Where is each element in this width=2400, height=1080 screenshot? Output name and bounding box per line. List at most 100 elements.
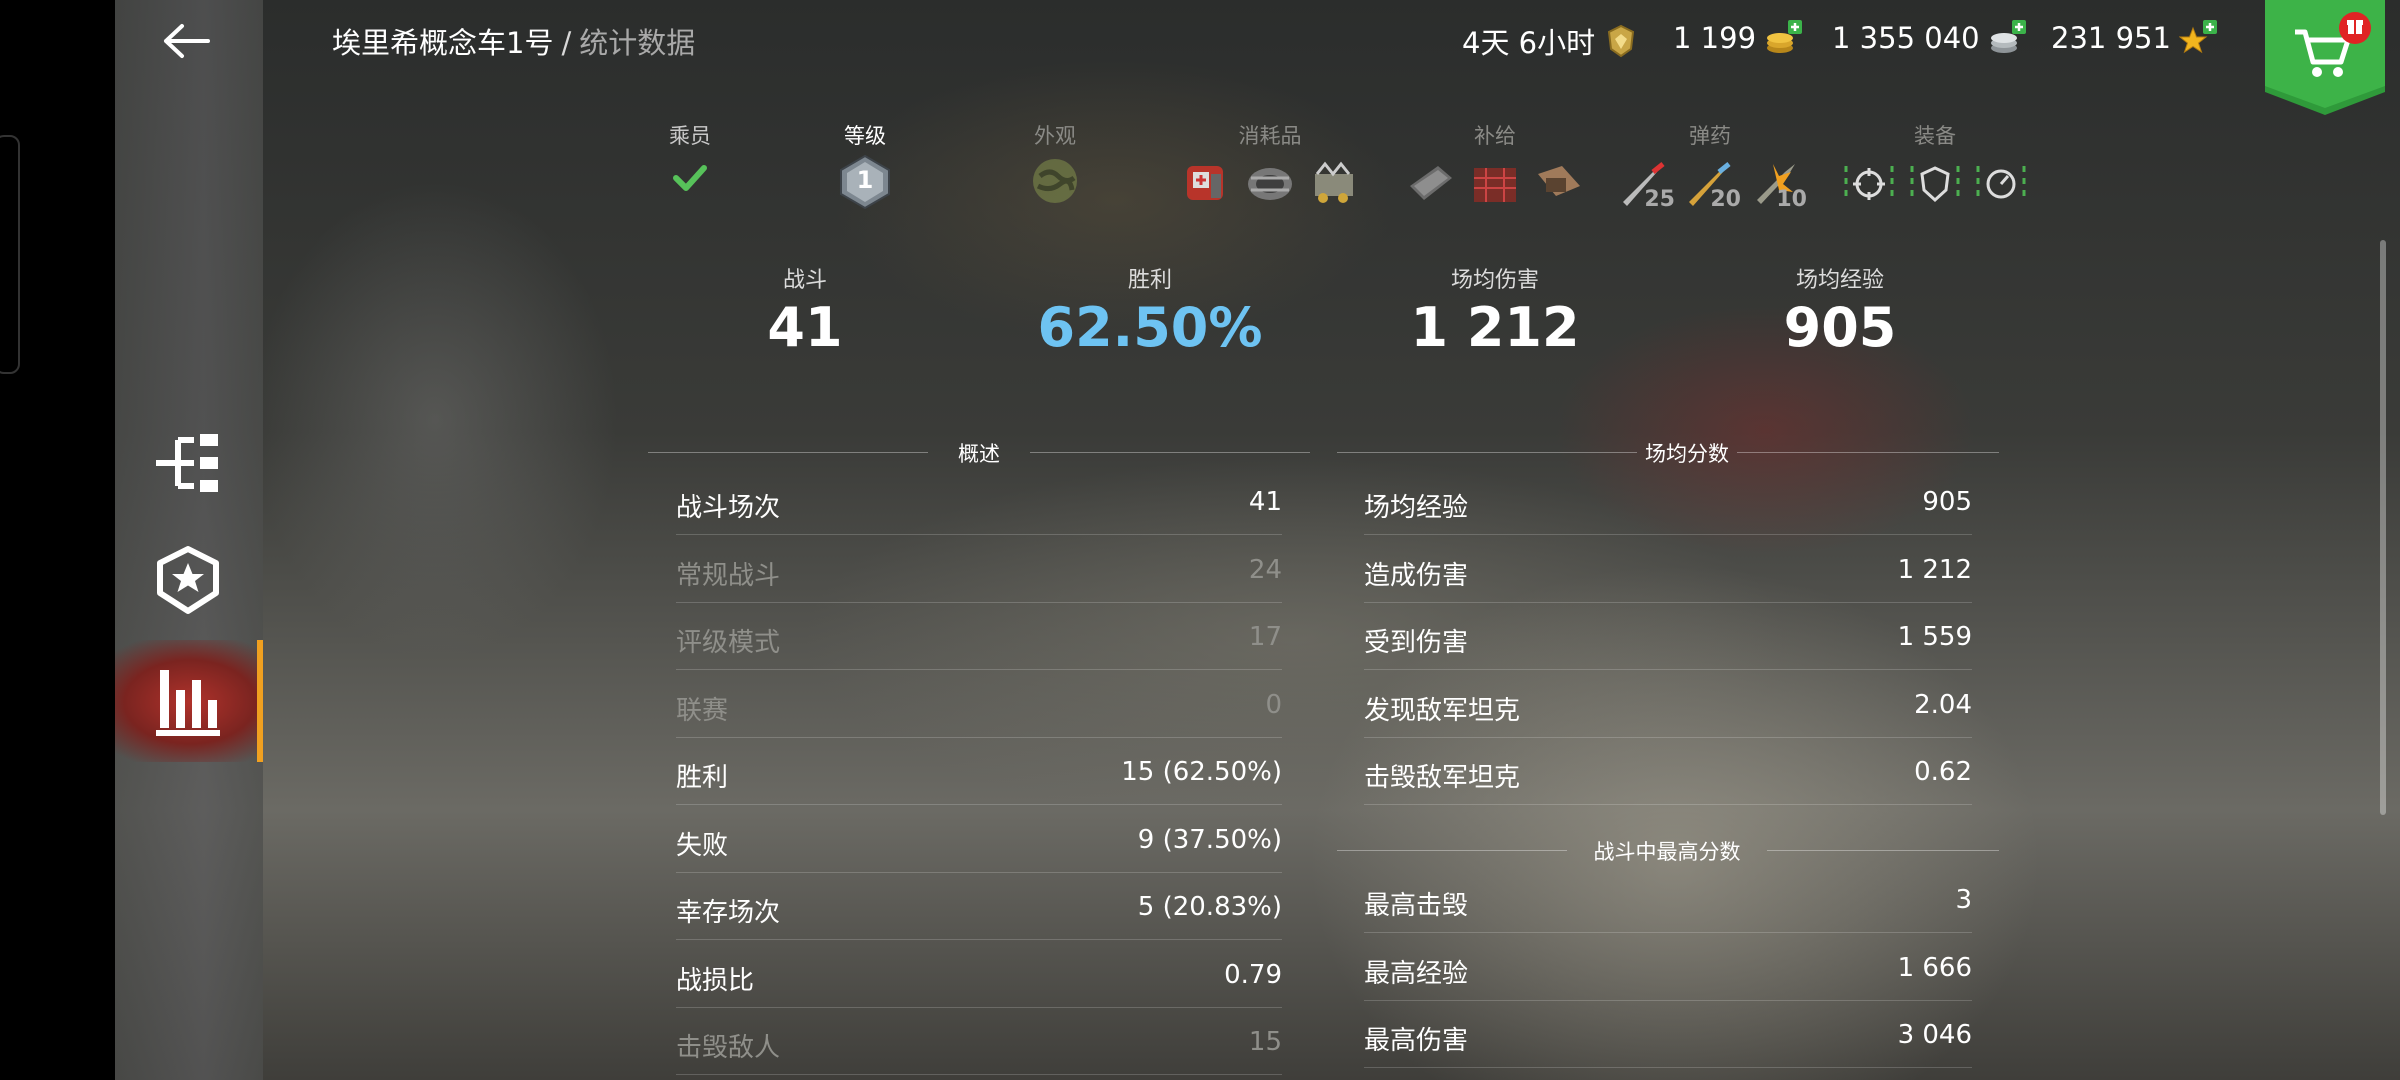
table-row: 击毁敌军坦克 0.62 — [1364, 737, 1972, 805]
consumables-label: 消耗品 — [1238, 124, 1302, 148]
row-value: 3 046 — [1897, 1020, 1972, 1050]
gold-balance[interactable]: 1 199 — [1673, 20, 1803, 56]
table-row: 幸存场次 5 (20.83%) — [676, 872, 1282, 940]
ammo-apcr: 20 — [1679, 156, 1741, 212]
tracks-icon — [1248, 168, 1292, 200]
breadcrumb-separator: / — [561, 26, 572, 60]
free-xp-value: 231 951 — [2051, 21, 2171, 55]
armor-plate-icon — [1410, 166, 1452, 200]
stat-avg-xp-value: 905 — [1783, 296, 1897, 359]
premium-time[interactable]: 4天 6小时 — [1462, 20, 1639, 62]
overview-divider-left — [648, 452, 928, 453]
supply-crate-icon — [1474, 168, 1516, 202]
stat-battles: 战斗 41 — [655, 262, 955, 359]
stat-battles-value: 41 — [767, 296, 843, 359]
ammo-slot[interactable]: 弹药 25 20 10 — [1610, 120, 1810, 212]
ammo-ap: 25 — [1613, 156, 1675, 212]
scrollbar[interactable] — [2380, 240, 2386, 815]
row-label: 击毁敌军坦克 — [1364, 763, 1521, 793]
row-label: 发现敌军坦克 — [1364, 695, 1521, 726]
back-button[interactable] — [160, 18, 218, 64]
appearance-slot[interactable]: 外观 — [1005, 120, 1105, 210]
stat-wins-label: 胜利 — [1127, 268, 1172, 293]
stat-avg-damage-value: 1 212 — [1410, 296, 1580, 359]
credits-icon — [1988, 20, 2026, 56]
gold-value: 1 199 — [1673, 21, 1757, 55]
free-xp-balance[interactable]: 231 951 — [2051, 20, 2217, 56]
row-label: 最高经验 — [1364, 958, 1469, 989]
table-row: 击毁敌人 15 — [676, 1007, 1282, 1075]
shop-button[interactable] — [2265, 0, 2385, 115]
sidebar-item-modules[interactable] — [140, 410, 260, 520]
row-label: 击毁敌人 — [676, 1033, 781, 1063]
equipment-slot[interactable]: 装备 — [1835, 120, 2035, 206]
bar-chart-icon — [156, 670, 220, 736]
level-slot[interactable]: 等级 1 — [815, 120, 915, 210]
row-label: 常规战斗 — [676, 560, 781, 591]
screen-edge — [0, 135, 20, 374]
row-label: 最高伤害 — [1364, 1026, 1469, 1056]
appearance-label: 外观 — [1034, 124, 1076, 148]
row-value: 15 — [1248, 1027, 1282, 1057]
row-label: 评级模式 — [676, 628, 781, 658]
row-label: 造成伤害 — [1364, 560, 1469, 591]
table-row: 最高经验 1 666 — [1364, 933, 1972, 1001]
breadcrumb: 埃里希概念车1号 / 统计数据 — [332, 20, 695, 62]
row-label: 场均经验 — [1364, 493, 1469, 523]
ammo-label: 弹药 — [1689, 124, 1731, 148]
supplies-label: 补给 — [1474, 124, 1516, 148]
row-value: 0 — [1265, 689, 1282, 720]
overview-divider-right — [1030, 452, 1310, 453]
overview-title: 概述 — [958, 442, 1000, 466]
row-value: 1 666 — [1897, 952, 1972, 983]
table-row: 发现敌军坦克 2.04 — [1364, 670, 1972, 738]
stat-avg-xp: 场均经验 905 — [1690, 262, 1990, 359]
stat-wins: 胜利 62.50% — [1000, 262, 1300, 359]
row-value: 17 — [1248, 622, 1282, 652]
page-title: 统计数据 — [579, 26, 696, 60]
row-label: 受到伤害 — [1364, 628, 1469, 658]
row-label: 最高击毁 — [1364, 891, 1469, 921]
row-value: 15 (62.50%) — [1121, 757, 1282, 787]
credits-balance[interactable]: 1 355 040 — [1832, 20, 2026, 56]
premium-time-icon — [1603, 23, 1639, 59]
ammo-count-ap: 25 — [1644, 187, 1675, 212]
tech-tree-icon — [156, 434, 218, 492]
sidebar-item-statistics[interactable] — [140, 650, 260, 760]
sidebar-item-rank[interactable] — [140, 530, 260, 640]
best-divider-left — [1337, 850, 1567, 851]
row-value: 1 559 — [1897, 622, 1972, 652]
stat-avg-damage: 场均伤害 1 212 — [1345, 262, 1645, 359]
consumables-slot[interactable]: 消耗品 — [1170, 120, 1370, 210]
ammo-he: 10 — [1745, 156, 1807, 212]
row-value: 905 — [1922, 487, 1972, 517]
row-value: 0.62 — [1914, 757, 1972, 787]
row-value: 2.04 — [1914, 689, 1972, 720]
crew-label: 乘员 — [669, 124, 711, 148]
table-row: 战斗场次 41 — [676, 467, 1282, 535]
gold-icon — [1764, 20, 1803, 56]
crew-slot[interactable]: 乘员 — [640, 120, 740, 202]
speedometer-icon — [1976, 166, 2026, 202]
repair-kit-icon — [1187, 166, 1223, 200]
stat-avg-damage-label: 场均伤害 — [1450, 268, 1539, 293]
star-shield-icon — [157, 546, 219, 614]
avg-score-title: 场均分数 — [1645, 442, 1729, 466]
free-xp-icon — [2178, 20, 2217, 56]
camouflage-icon — [1033, 159, 1077, 203]
row-value: 24 — [1248, 554, 1282, 585]
supplies-slot[interactable]: 补给 — [1395, 120, 1595, 210]
table-row: 评级模式 17 — [676, 602, 1282, 670]
table-row: 常规战斗 24 — [676, 535, 1282, 603]
vehicle-name[interactable]: 埃里希概念车1号 — [332, 26, 553, 60]
table-row: 战损比 0.79 — [676, 940, 1282, 1008]
ammo-count-apcr: 20 — [1710, 187, 1741, 212]
row-label: 战斗场次 — [676, 493, 781, 523]
equipment-label: 装备 — [1914, 124, 1956, 148]
table-row: 最高伤害 3 046 — [1364, 1000, 1972, 1068]
row-label: 联赛 — [676, 695, 729, 726]
toolkit-icon — [1538, 166, 1580, 196]
row-label: 失败 — [676, 830, 729, 861]
row-value: 0.79 — [1224, 959, 1282, 990]
table-row: 联赛 0 — [676, 670, 1282, 738]
